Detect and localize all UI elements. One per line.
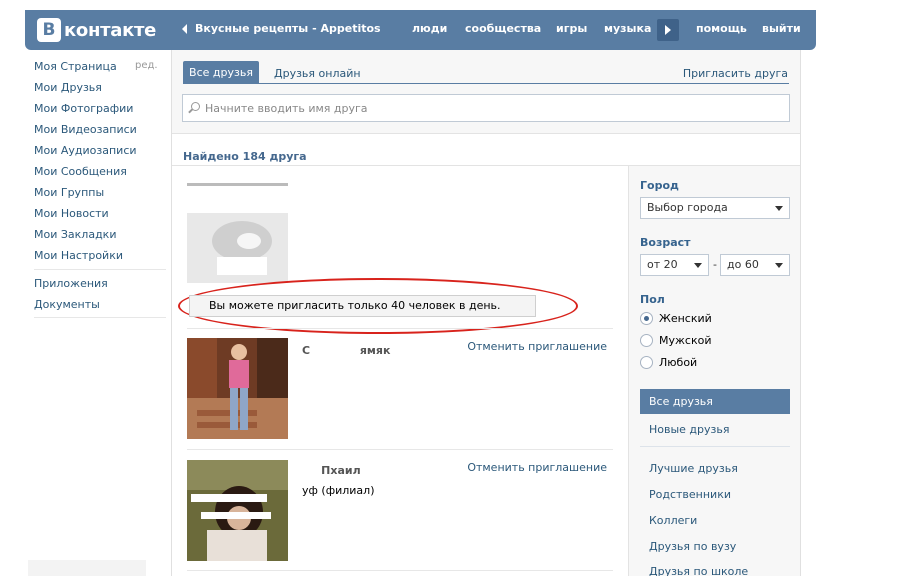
invite-friend-link[interactable]: Пригласить друга: [683, 67, 788, 80]
sidebar-divider: [34, 269, 166, 270]
nav-games[interactable]: игры: [556, 22, 587, 35]
row-divider: [187, 328, 613, 329]
sidebar-bottom-block: [28, 560, 146, 576]
search-icon: [191, 102, 200, 111]
friend-university: уф (филиал): [302, 484, 375, 497]
friend-photo[interactable]: [187, 460, 288, 561]
category-best-friends[interactable]: Лучшие друзья: [649, 462, 738, 475]
edit-link[interactable]: ред.: [135, 60, 158, 71]
row-divider: [187, 449, 613, 450]
sidebar-item-documents[interactable]: Документы: [34, 298, 100, 311]
radio-label: Мужской: [659, 334, 712, 347]
friend-name-obscured[interactable]: Пхаил: [302, 464, 361, 477]
gender-female[interactable]: Женский: [640, 312, 712, 325]
radio-button[interactable]: [640, 356, 653, 369]
sidebar-item-photos[interactable]: Мои Фотографии: [34, 102, 133, 115]
sidebar-item-messages[interactable]: Мои Сообщения: [34, 165, 127, 178]
cancel-invitation-link[interactable]: Отменить приглашение: [467, 461, 607, 474]
found-count: Найдено 184 друга: [183, 150, 307, 163]
back-link[interactable]: Вкусные рецепты - Appetitos: [195, 22, 381, 35]
radio-label: Любой: [659, 356, 698, 369]
logo-letter: В: [37, 18, 61, 42]
tabs-bar: Все друзья Друзья онлайн Пригласить друг…: [172, 50, 800, 134]
invite-limit-alert: Вы можете пригласить только 40 человек в…: [189, 295, 536, 317]
tab-online-friends[interactable]: Друзья онлайн: [274, 67, 361, 80]
category-all-friends[interactable]: Все друзья: [640, 389, 790, 414]
nav-logout[interactable]: выйти: [762, 22, 801, 35]
radio-label: Женский: [659, 312, 712, 325]
age-from-select[interactable]: от 20: [640, 254, 709, 276]
sidebar-item-bookmarks[interactable]: Мои Закладки: [34, 228, 116, 241]
nav-music[interactable]: музыка: [604, 22, 651, 35]
sidebar-item-friends[interactable]: Мои Друзья: [34, 81, 102, 94]
sidebar-item-audio[interactable]: Мои Аудиозаписи: [34, 144, 137, 157]
filter-panel: Город Выбор города Возраст от 20 - до 60…: [628, 166, 800, 576]
city-label: Город: [640, 179, 679, 192]
nav-communities[interactable]: сообщества: [465, 22, 541, 35]
city-select[interactable]: Выбор города: [640, 197, 790, 219]
friend-photo[interactable]: [187, 183, 288, 283]
tab-all-friends[interactable]: Все друзья: [183, 61, 259, 84]
category-colleagues[interactable]: Коллеги: [649, 514, 697, 527]
sidebar-divider: [34, 317, 166, 318]
nav-people[interactable]: люди: [412, 22, 447, 35]
sidebar-item-videos[interactable]: Мои Видеозаписи: [34, 123, 137, 136]
gender-any[interactable]: Любой: [640, 356, 697, 369]
sidebar-item-settings[interactable]: Мои Настройки: [34, 249, 123, 262]
radio-button[interactable]: [640, 334, 653, 347]
sidebar-item-my-page[interactable]: Моя Страница: [34, 60, 117, 73]
play-icon[interactable]: [657, 19, 679, 41]
friend-photo[interactable]: [187, 338, 288, 439]
radio-button[interactable]: [640, 312, 653, 325]
sidebar-item-groups[interactable]: Мои Группы: [34, 186, 104, 199]
category-school-friends[interactable]: Друзья по школе: [649, 565, 748, 576]
search-box[interactable]: [182, 94, 790, 122]
vk-logo[interactable]: В контакте: [37, 18, 156, 42]
category-new-friends[interactable]: Новые друзья: [649, 423, 729, 436]
back-arrow-icon[interactable]: [182, 24, 187, 34]
cancel-invitation-link[interactable]: Отменить приглашение: [467, 340, 607, 353]
category-divider: [640, 446, 790, 447]
category-university-friends[interactable]: Друзья по вузу: [649, 540, 736, 553]
category-relatives[interactable]: Родственники: [649, 488, 731, 501]
top-header: В контакте Вкусные рецепты - Appetitos л…: [25, 10, 816, 50]
age-label: Возраст: [640, 236, 691, 249]
age-to-select[interactable]: до 60: [720, 254, 790, 276]
search-input[interactable]: [205, 95, 785, 121]
logo-text: контакте: [64, 19, 157, 41]
sidebar-item-apps[interactable]: Приложения: [34, 277, 108, 290]
gender-label: Пол: [640, 293, 665, 306]
friend-name-obscured[interactable]: С ямяк: [302, 344, 390, 357]
tab-underline: [183, 83, 789, 84]
friends-panel: Все друзья Друзья онлайн Пригласить друг…: [171, 50, 801, 576]
sidebar-item-news[interactable]: Мои Новости: [34, 207, 109, 220]
age-dash: -: [713, 258, 717, 271]
row-divider: [187, 570, 613, 571]
nav-help[interactable]: помощь: [696, 22, 747, 35]
gender-male[interactable]: Мужской: [640, 334, 711, 347]
